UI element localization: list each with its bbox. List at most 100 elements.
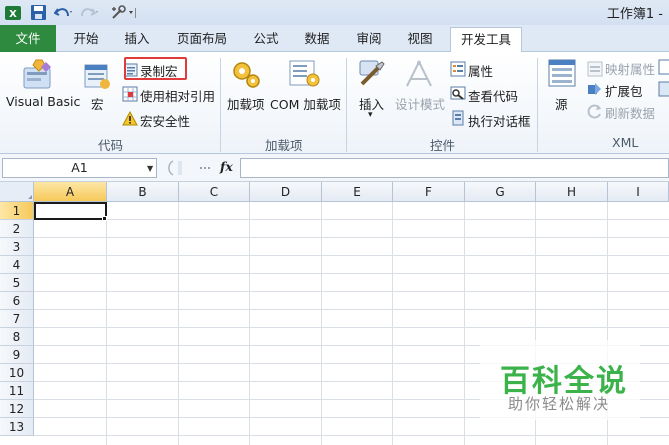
warning-icon [122,111,138,126]
column-header-c[interactable]: C [179,182,250,202]
addins-icon [233,62,260,88]
tab-page-layout[interactable]: 页面布局 [170,27,234,51]
grid-line [34,435,669,436]
map-properties-icon [587,61,603,77]
name-box-dropdown-icon[interactable]: ▼ [147,164,153,173]
redo-icon[interactable] [79,3,101,23]
visual-basic-icon [23,59,51,89]
row-header-5[interactable]: 5 [0,274,34,292]
com-addins-button[interactable]: COM 加载项 [270,94,341,113]
formula-input[interactable] [240,158,669,178]
refresh-data-button[interactable]: 刷新数据 [605,103,655,122]
window-title: 工作簿1 - [606,7,663,22]
grid-line [34,273,669,274]
ribbon-separator [220,58,221,152]
run-dialog-button[interactable]: 执行对话框 [468,111,531,130]
row-header-6[interactable]: 6 [0,292,34,310]
row-header-12[interactable]: 12 [0,400,34,418]
grid-line [392,202,393,445]
macro-security-button[interactable]: 宏安全性 [140,111,190,130]
tab-developer[interactable]: 开发工具 [450,27,522,53]
ribbon-tabs: 文件 开始 插入 页面布局 公式 数据 审阅 视图 开发工具 [0,25,669,53]
expansion-packs-button[interactable]: 扩展包 [605,81,643,100]
expansion-packs-icon [588,83,601,95]
row-header-7[interactable]: 7 [0,310,34,328]
grid-line [464,202,465,445]
column-header-h[interactable]: H [536,182,608,202]
grid-line [106,202,107,445]
watermark-subtitle: 助你轻松解决 [508,395,611,413]
grid-line [178,202,179,445]
refresh-data-icon [587,104,601,119]
properties-button[interactable]: 属性 [468,61,493,80]
grid-line [34,291,669,292]
row-header-4[interactable]: 4 [0,256,34,274]
row-header-9[interactable]: 9 [0,346,34,364]
tab-data[interactable]: 数据 [297,27,337,51]
view-code-icon [450,86,466,100]
fill-handle[interactable] [102,216,107,221]
insert-function-button[interactable]: fx [220,159,233,174]
row-header-10[interactable]: 10 [0,364,34,382]
visual-basic-button[interactable]: Visual Basic [6,94,80,109]
save-icon[interactable] [29,3,47,23]
excel-logo-icon[interactable]: X [3,3,23,23]
undo-icon[interactable] [53,3,75,23]
ribbon-developer: Visual Basic 宏 录制宏 使用相对引用 宏安全性 代码 加载项 CO… [0,52,669,154]
xml-import-icon [658,59,669,75]
record-macro-highlight [124,57,187,80]
grid-line [321,202,322,445]
relative-refs-icon [122,86,138,102]
formula-splitter-icon[interactable] [199,162,211,174]
properties-icon [450,61,466,77]
column-header-d[interactable]: D [250,182,322,202]
ribbon-separator [537,58,538,152]
xml-source-button[interactable]: 源 [555,94,568,113]
tab-home[interactable]: 开始 [64,27,108,51]
name-box[interactable]: A1 [2,158,157,178]
grid-line [249,202,250,445]
column-header-i[interactable]: I [608,182,669,202]
grid-line [34,219,669,220]
design-mode-icon [406,59,432,87]
formula-collapse-icon[interactable] [164,160,182,176]
column-header-a[interactable]: A [34,182,107,202]
insert-controls-icon [359,60,385,86]
group-label-controls: 控件 [430,138,456,153]
ribbon-separator [346,58,347,152]
macros-button[interactable]: 宏 [91,94,104,113]
formula-bar: A1 ▼ fx [0,154,669,182]
addins-button[interactable]: 加载项 [227,94,265,113]
relative-refs-button[interactable]: 使用相对引用 [140,86,215,105]
column-header-g[interactable]: G [465,182,536,202]
column-header-b[interactable]: B [107,182,179,202]
row-header-1[interactable]: 1 [0,202,34,220]
quick-access-toolbar: X 工作簿1 - [0,0,669,25]
grid-line [34,255,669,256]
tab-view[interactable]: 视图 [400,27,440,51]
excel-window: X 工作簿1 - 文件 开始 插入 页面布局 公式 数据 审阅 视图 开发工具 [0,0,669,445]
view-code-button[interactable]: 查看代码 [468,86,518,105]
grid-line [34,237,669,238]
design-mode-button[interactable]: 设计模式 [395,94,445,113]
select-all-button[interactable] [0,182,34,202]
macros-icon [84,64,110,89]
row-header-3[interactable]: 3 [0,238,34,256]
map-properties-button[interactable]: 映射属性 [605,59,655,78]
row-header-2[interactable]: 2 [0,220,34,238]
column-header-f[interactable]: F [393,182,465,202]
row-header-13[interactable]: 13 [0,418,34,436]
insert-dropdown-icon[interactable]: ▾ [368,110,373,120]
com-addins-icon [289,60,320,87]
tab-review[interactable]: 审阅 [349,27,389,51]
tab-insert[interactable]: 插入 [116,27,158,51]
row-header-11[interactable]: 11 [0,382,34,400]
customize-icon[interactable] [109,3,139,23]
active-cell-a1[interactable] [34,202,107,220]
run-dialog-icon [452,110,464,126]
group-label-xml: XML [612,135,639,150]
column-header-e[interactable]: E [322,182,393,202]
tab-file[interactable]: 文件 [0,25,56,52]
row-header-8[interactable]: 8 [0,328,34,346]
tab-formulas[interactable]: 公式 [246,27,286,51]
